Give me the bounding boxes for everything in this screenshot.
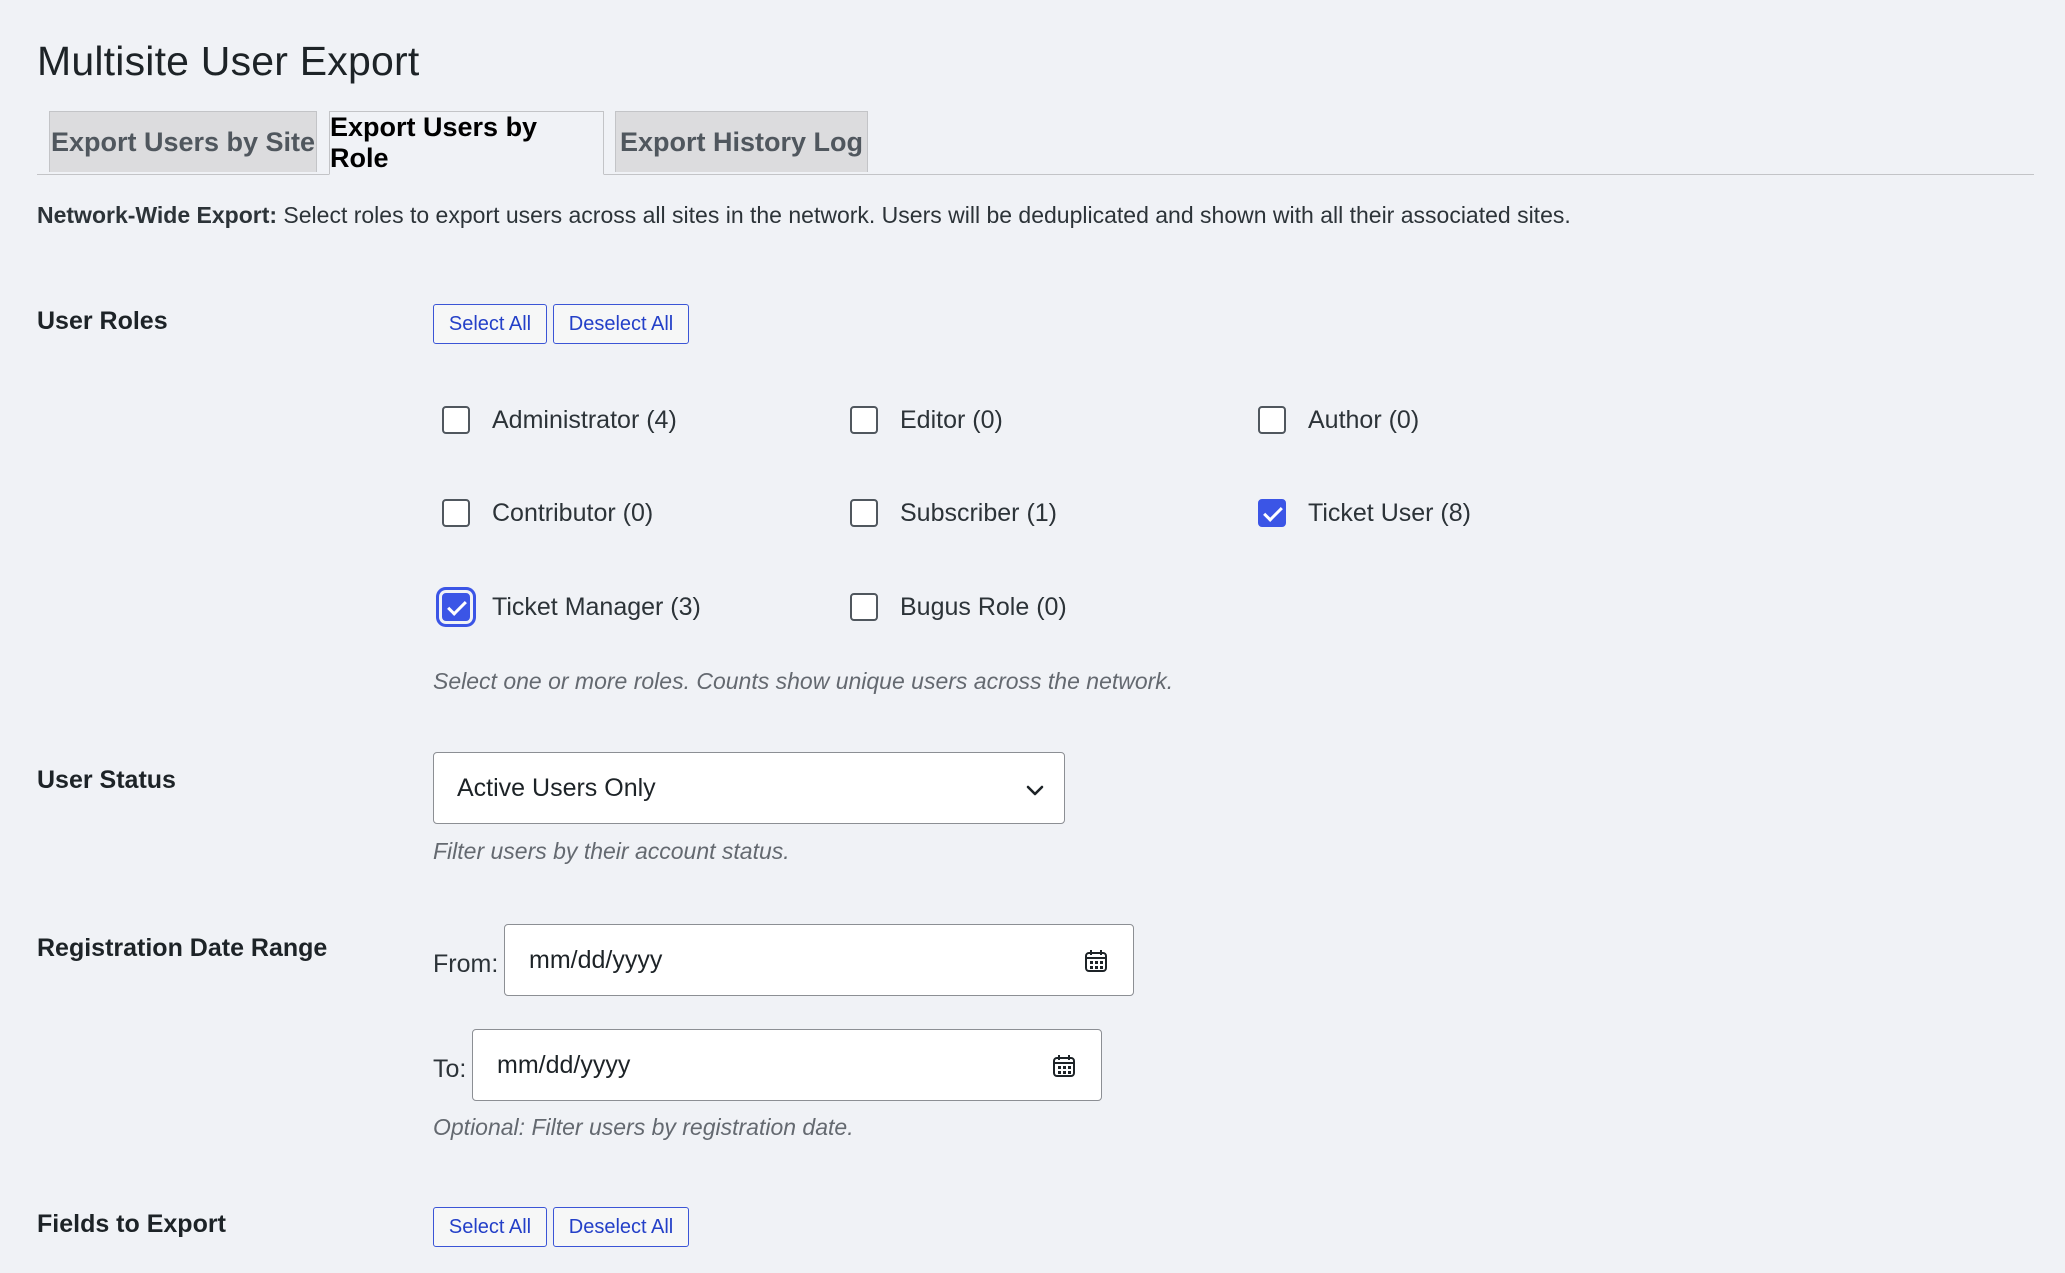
role-author[interactable]: Author (0) <box>1258 400 1419 440</box>
role-ticket-manager-label: Ticket Manager (3) <box>492 592 701 621</box>
from-label: From: <box>433 950 499 978</box>
from-date-input[interactable]: mm/dd/yyyy <box>504 924 1134 996</box>
tab-export-history-log[interactable]: Export History Log <box>615 111 868 172</box>
role-author-checkbox[interactable] <box>1258 406 1286 434</box>
role-bugus-role-label: Bugus Role (0) <box>900 592 1067 621</box>
calendar-icon[interactable] <box>1051 1053 1077 1079</box>
tab-export-by-role[interactable]: Export Users by Role <box>329 111 604 175</box>
user-status-select[interactable]: Active Users Only <box>433 752 1065 824</box>
role-subscriber-checkbox[interactable] <box>850 499 878 527</box>
calendar-icon[interactable] <box>1083 948 1109 974</box>
description-strong: Network-Wide Export: <box>37 202 278 228</box>
user-roles-label: User Roles <box>37 307 168 335</box>
roles-deselect-all-button[interactable]: Deselect All <box>553 304 689 344</box>
role-administrator-label: Administrator (4) <box>492 405 677 434</box>
user-status-selected-value: Active Users Only <box>457 773 656 802</box>
description: Network-Wide Export: Select roles to exp… <box>37 202 1571 229</box>
fields-deselect-all-button[interactable]: Deselect All <box>553 1207 689 1247</box>
role-ticket-user-checkbox[interactable] <box>1258 499 1286 527</box>
role-ticket-manager[interactable]: Ticket Manager (3) <box>442 587 701 627</box>
user-status-hint: Filter users by their account status. <box>433 838 790 864</box>
role-subscriber[interactable]: Subscriber (1) <box>850 493 1057 533</box>
fields-select-all-button[interactable]: Select All <box>433 1207 547 1247</box>
roles-select-all-button[interactable]: Select All <box>433 304 547 344</box>
role-editor-checkbox[interactable] <box>850 406 878 434</box>
to-label: To: <box>433 1055 467 1083</box>
role-editor-label: Editor (0) <box>900 405 1003 434</box>
role-ticket-manager-checkbox[interactable] <box>442 593 470 621</box>
role-contributor[interactable]: Contributor (0) <box>442 493 653 533</box>
role-administrator[interactable]: Administrator (4) <box>442 400 677 440</box>
roles-hint: Select one or more roles. Counts show un… <box>433 668 1174 694</box>
role-contributor-label: Contributor (0) <box>492 498 654 527</box>
role-bugus-role[interactable]: Bugus Role (0) <box>850 587 1067 627</box>
role-author-label: Author (0) <box>1308 405 1420 434</box>
role-subscriber-label: Subscriber (1) <box>900 498 1057 527</box>
role-bugus-role-checkbox[interactable] <box>850 593 878 621</box>
to-date-input[interactable]: mm/dd/yyyy <box>472 1029 1102 1101</box>
page-title: Multisite User Export <box>37 38 420 84</box>
export-page: Multisite User Export Export Users by Si… <box>0 0 2065 1273</box>
role-contributor-checkbox[interactable] <box>442 499 470 527</box>
tab-export-by-site[interactable]: Export Users by Site <box>49 111 317 172</box>
role-ticket-user-label: Ticket User (8) <box>1308 498 1471 527</box>
tab-bar: Export Users by Site Export Users by Rol… <box>37 111 2034 175</box>
from-date-placeholder: mm/dd/yyyy <box>529 945 663 974</box>
registration-date-hint: Optional: Filter users by registration d… <box>433 1114 854 1140</box>
user-status-label: User Status <box>37 766 176 794</box>
role-editor[interactable]: Editor (0) <box>850 400 1003 440</box>
chevron-down-icon <box>1026 785 1044 796</box>
to-date-placeholder: mm/dd/yyyy <box>497 1050 631 1079</box>
registration-date-label: Registration Date Range <box>37 934 328 962</box>
role-administrator-checkbox[interactable] <box>442 406 470 434</box>
fields-to-export-label: Fields to Export <box>37 1210 226 1238</box>
role-ticket-user[interactable]: Ticket User (8) <box>1258 493 1471 533</box>
description-text: Select roles to export users across all … <box>277 202 1571 228</box>
